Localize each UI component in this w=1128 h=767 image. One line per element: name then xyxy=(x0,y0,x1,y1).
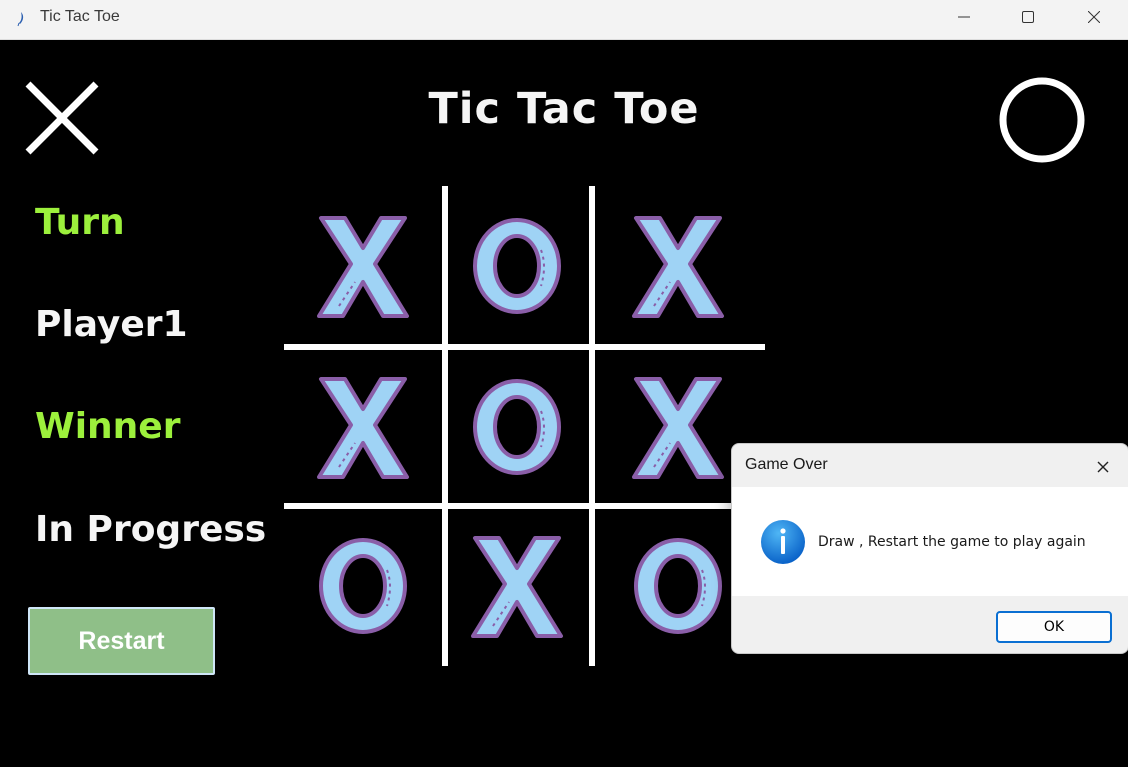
current-player: Player1 xyxy=(35,304,188,345)
player-o-icon xyxy=(999,77,1085,163)
board-cell[interactable] xyxy=(447,196,587,336)
board-cell[interactable] xyxy=(293,196,433,336)
board-cell[interactable] xyxy=(447,357,587,497)
board-cell[interactable] xyxy=(608,357,748,497)
o-mark-icon xyxy=(634,538,722,634)
x-mark-icon xyxy=(317,216,409,318)
game-area: Tic Tac Toe Turn Player1 Winner In Progr… xyxy=(0,40,1128,767)
dialog-close-button[interactable] xyxy=(1090,454,1116,480)
info-icon xyxy=(761,520,805,564)
minimize-button[interactable] xyxy=(932,0,996,34)
ok-button[interactable]: OK xyxy=(996,611,1112,643)
board-cell[interactable] xyxy=(608,196,748,336)
turn-label: Turn xyxy=(35,202,125,243)
board-cell[interactable] xyxy=(293,516,433,656)
x-mark-icon xyxy=(632,377,724,479)
restart-button[interactable]: Restart xyxy=(28,607,215,675)
window-title: Tic Tac Toe xyxy=(40,8,120,25)
minimize-icon xyxy=(958,16,970,18)
game-title: Tic Tac Toe xyxy=(428,84,700,134)
winner-label: Winner xyxy=(35,406,181,447)
o-mark-icon xyxy=(473,379,561,475)
dialog-body: Draw , Restart the game to play again xyxy=(732,487,1128,596)
x-mark-icon xyxy=(632,216,724,318)
dialog-message: Draw , Restart the game to play again xyxy=(818,534,1086,550)
maximize-icon xyxy=(1022,11,1034,23)
close-icon xyxy=(1097,461,1109,473)
o-mark-icon xyxy=(319,538,407,634)
maximize-button[interactable] xyxy=(996,0,1060,34)
close-icon xyxy=(1088,11,1100,23)
x-mark-icon xyxy=(317,377,409,479)
feather-app-icon xyxy=(17,12,24,27)
window-close-button[interactable] xyxy=(1062,0,1126,34)
board-cell[interactable] xyxy=(608,516,748,656)
game-status: In Progress xyxy=(35,509,267,550)
window-title-bar: Tic Tac Toe xyxy=(0,0,1128,40)
x-mark-icon xyxy=(471,536,563,638)
o-mark-icon xyxy=(473,218,561,314)
game-over-dialog: Game Over Draw , Restart the game to pla… xyxy=(731,443,1128,654)
dialog-title: Game Over xyxy=(745,456,828,473)
board-cell[interactable] xyxy=(293,357,433,497)
board-cell[interactable] xyxy=(447,516,587,656)
